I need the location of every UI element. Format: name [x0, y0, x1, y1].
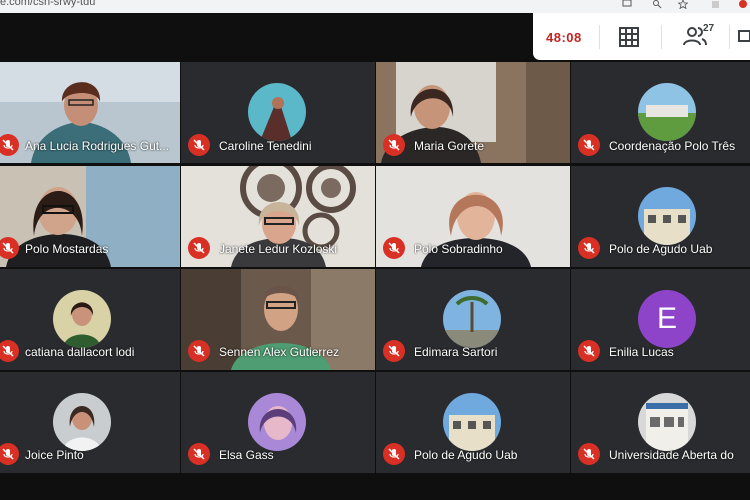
participant-name: Polo Mostardas — [25, 242, 109, 256]
participant-avatar — [443, 393, 501, 451]
letter-avatar: E — [638, 290, 696, 348]
muted-mic-icon — [383, 340, 405, 362]
muted-mic-icon — [578, 340, 600, 362]
search-icon[interactable] — [652, 0, 662, 9]
participant-name: Enilia Lucas — [609, 345, 674, 359]
browser-address-bar[interactable]: e.com/csn-srwy-tdu — [0, 0, 750, 13]
participant-name: Polo de Agudo Uab — [609, 242, 713, 256]
muted-mic-icon — [383, 237, 405, 259]
participants-button[interactable]: 27 — [683, 23, 719, 51]
meeting-info-bar: 48:08 27 — [533, 13, 750, 60]
participant-avatar — [248, 83, 306, 141]
participant-name: catiana dallacort lodi — [25, 345, 135, 359]
divider — [661, 25, 662, 49]
participant-count: 27 — [703, 23, 715, 34]
participant-avatar — [53, 290, 111, 348]
participant-name: Sennen Alex Gutierrez — [219, 345, 340, 359]
participant-avatar — [248, 393, 306, 451]
muted-mic-icon — [188, 340, 210, 362]
meeting-timer: 48:08 — [546, 30, 582, 45]
extension-icon[interactable] — [711, 0, 721, 9]
grid-view-icon[interactable] — [618, 26, 640, 48]
muted-mic-icon — [383, 134, 405, 156]
participant-name: Polo Sobradinho — [414, 242, 503, 256]
participant-name: Universidade Aberta do — [609, 448, 734, 462]
muted-mic-icon — [383, 443, 405, 465]
participant-name: Polo de Agudo Uab — [414, 448, 518, 462]
url-text[interactable]: e.com/csn-srwy-tdu — [0, 0, 95, 8]
muted-mic-icon — [578, 237, 600, 259]
participant-name: Ana Lucia Rodrigues Gut... — [25, 139, 170, 153]
divider — [729, 25, 730, 49]
muted-mic-icon — [188, 237, 210, 259]
participant-name: Edimara Sartori — [414, 345, 498, 359]
participant-name: Elsa Gass — [219, 448, 274, 462]
participant-name: Janete Ledur Kozloski — [219, 242, 338, 256]
profile-icon[interactable] — [738, 0, 748, 9]
participant-name: Caroline Tenedini — [219, 139, 312, 153]
muted-mic-icon — [578, 134, 600, 156]
muted-mic-icon — [188, 134, 210, 156]
muted-mic-icon — [188, 443, 210, 465]
participant-avatar — [53, 393, 111, 451]
participant-name: Joice Pinto — [25, 448, 84, 462]
participant-name: Coordenação Polo Três — [609, 139, 736, 153]
participant-avatar — [443, 290, 501, 348]
cast-icon[interactable] — [622, 0, 632, 9]
bookmark-star-icon[interactable] — [678, 0, 688, 9]
participant-avatar — [638, 187, 696, 245]
muted-mic-icon — [578, 443, 600, 465]
participant-avatar — [638, 393, 696, 451]
participant-name: Maria Gorete — [414, 139, 485, 153]
participant-avatar — [638, 83, 696, 141]
divider — [599, 25, 600, 49]
chat-icon[interactable] — [738, 26, 750, 48]
